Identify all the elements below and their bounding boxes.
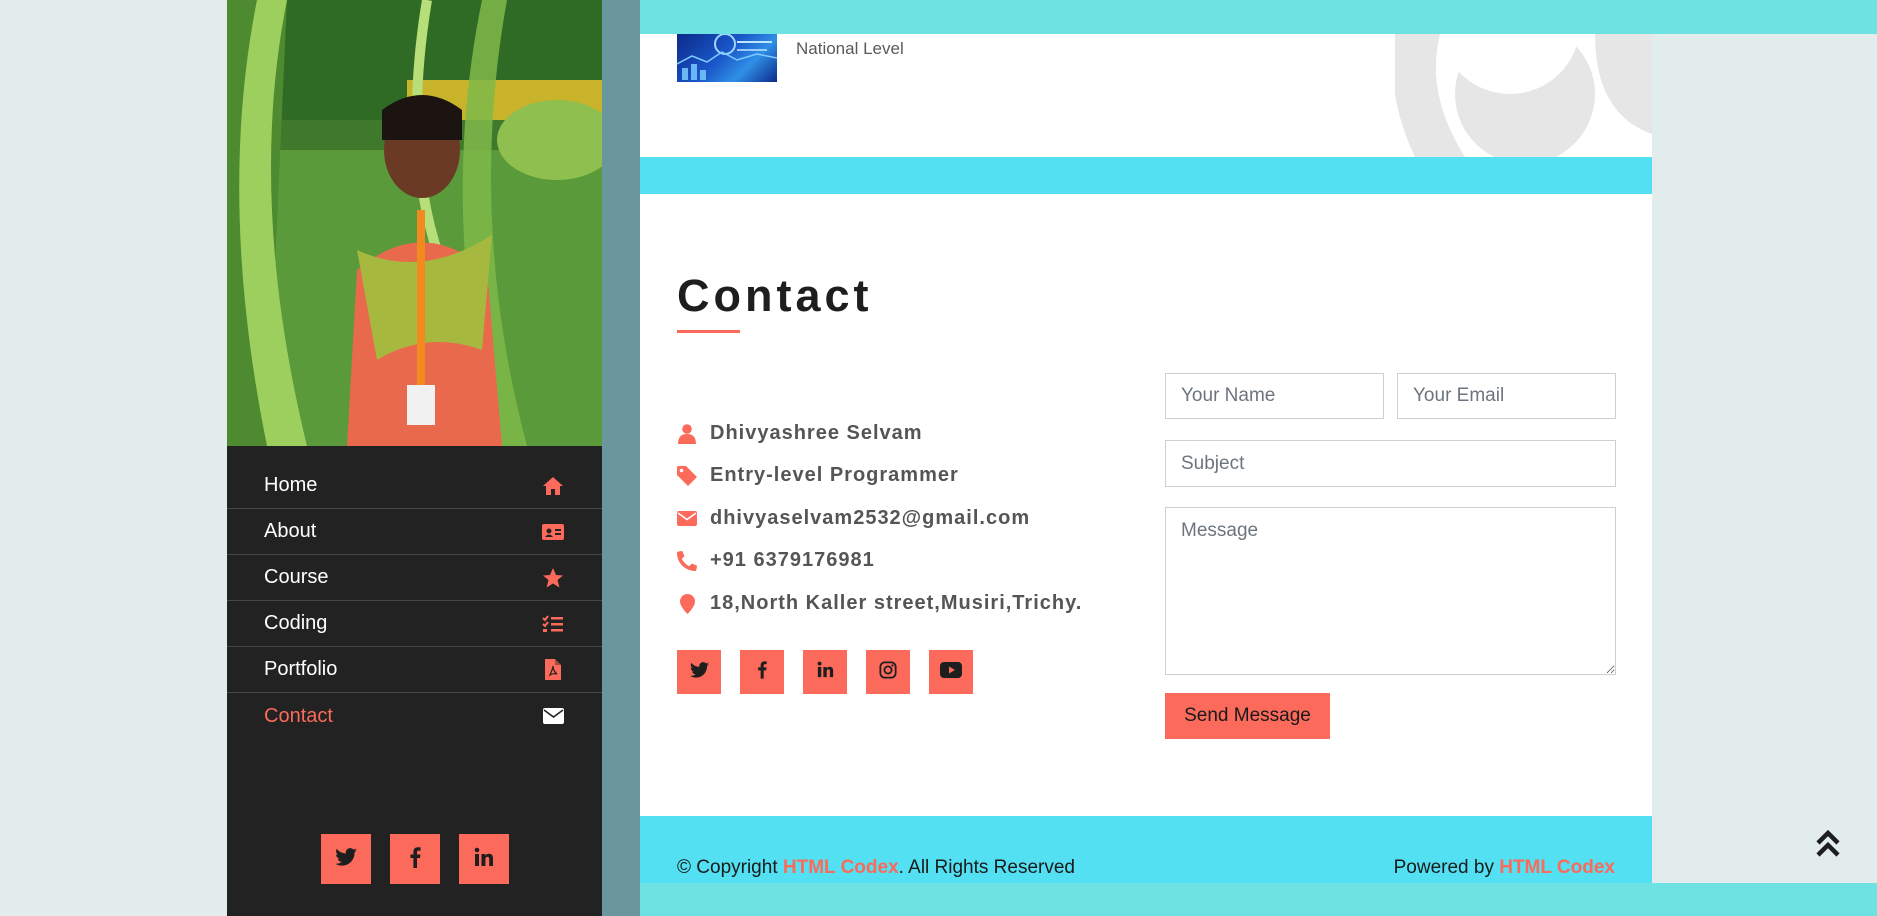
- twitter-icon: [689, 661, 709, 683]
- nav-item-home[interactable]: Home: [227, 463, 602, 509]
- pdf-file-icon: [541, 658, 565, 682]
- bottom-band: [640, 883, 1877, 916]
- email-input[interactable]: [1397, 373, 1616, 419]
- contact-email-row: dhivyaselvam2532@gmail.com: [677, 507, 1030, 530]
- sidebar-nav: Home About Course Coding Portfolio Conta…: [227, 463, 602, 739]
- brand-link[interactable]: HTML Codex: [783, 857, 899, 878]
- profile-photo-image: [227, 0, 602, 446]
- subject-input[interactable]: [1165, 440, 1616, 487]
- youtube-icon: [940, 661, 962, 683]
- nav-item-course[interactable]: Course: [227, 555, 602, 601]
- map-marker-icon: [677, 593, 697, 614]
- quote-decoration: [1395, 34, 1652, 157]
- youtube-button[interactable]: [929, 650, 973, 694]
- nav-item-label: Portfolio: [264, 658, 338, 680]
- facebook-button[interactable]: [740, 650, 784, 694]
- twitter-icon: [334, 847, 357, 871]
- nav-item-contact[interactable]: Contact: [227, 693, 602, 739]
- facebook-icon: [409, 846, 421, 873]
- sidebar-twitter-button[interactable]: [320, 834, 371, 884]
- nav-item-portfolio[interactable]: Portfolio: [227, 647, 602, 693]
- nav-item-label: About: [264, 520, 317, 542]
- contact-social-links: [677, 650, 973, 694]
- nav-item-label: Home: [264, 474, 318, 496]
- contact-email[interactable]: dhivyaselvam2532@gmail.com: [710, 507, 1030, 530]
- copyright-text: © Copyright HTML Codex. All Rights Reser…: [677, 857, 1075, 879]
- powered-prefix: Powered by: [1393, 857, 1500, 878]
- envelope-icon: [541, 704, 565, 728]
- linkedin-icon: [817, 661, 834, 683]
- footer: © Copyright HTML Codex. All Rights Reser…: [640, 816, 1652, 883]
- copyright-suffix: . All Rights Reserved: [898, 857, 1075, 878]
- message-textarea[interactable]: [1165, 507, 1616, 675]
- sidebar-facebook-button[interactable]: [389, 834, 440, 884]
- section-title: Contact: [677, 270, 873, 321]
- nav-item-about[interactable]: About: [227, 509, 602, 555]
- user-icon: [677, 423, 697, 444]
- task-list-icon: [541, 612, 565, 636]
- contact-name-row: Dhivyashree Selvam: [677, 422, 923, 445]
- sidebar-social-links: [227, 834, 602, 884]
- copyright-prefix: © Copyright: [677, 857, 783, 878]
- envelope-icon: [677, 509, 697, 529]
- star-icon: [541, 566, 565, 590]
- name-input[interactable]: [1165, 373, 1384, 419]
- contact-phone-row: +91 6379176981: [677, 549, 875, 572]
- tag-icon: [677, 465, 697, 486]
- contact-phone[interactable]: +91 6379176981: [710, 549, 875, 572]
- instagram-icon: [879, 660, 897, 684]
- brand-link[interactable]: HTML Codex: [1499, 857, 1615, 878]
- contact-role: Entry-level Programmer: [710, 464, 959, 486]
- contact-address-row: 18,North Kaller street,Musiri,Trichy.: [677, 592, 1082, 615]
- facebook-icon: [757, 660, 767, 684]
- portfolio-thumbnail[interactable]: [677, 34, 777, 82]
- portfolio-level: National Level: [796, 39, 904, 58]
- top-band: [640, 0, 1877, 34]
- instagram-button[interactable]: [866, 650, 910, 694]
- nav-item-label: Course: [264, 566, 329, 588]
- title-underline: [677, 330, 740, 333]
- home-icon: [541, 474, 565, 498]
- linkedin-icon: [474, 847, 494, 872]
- phone-icon: [677, 550, 697, 571]
- id-card-icon: [541, 520, 565, 544]
- nav-item-label: Coding: [264, 612, 328, 634]
- contact-address: 18,North Kaller street,Musiri,Trichy.: [710, 592, 1083, 614]
- linkedin-button[interactable]: [803, 650, 847, 694]
- contact-name: Dhivyashree Selvam: [710, 422, 923, 444]
- contact-section: Contact Dhivyashree Selvam Entry-level P…: [640, 194, 1652, 816]
- sidebar-linkedin-button[interactable]: [458, 834, 509, 884]
- section-divider: [640, 157, 1652, 194]
- nav-item-label: Contact: [264, 704, 333, 727]
- send-message-button[interactable]: Send Message: [1165, 693, 1330, 739]
- sidebar-gutter: [602, 0, 640, 916]
- contact-role-row: Entry-level Programmer: [677, 464, 959, 487]
- back-to-top-button[interactable]: [1810, 828, 1846, 864]
- double-chevron-up-icon: [1815, 828, 1841, 865]
- powered-by-text: Powered by HTML Codex: [1394, 857, 1615, 879]
- sidebar: Home About Course Coding Portfolio Conta…: [227, 0, 602, 916]
- nav-item-coding[interactable]: Coding: [227, 601, 602, 647]
- profile-photo: [227, 0, 602, 446]
- twitter-button[interactable]: [677, 650, 721, 694]
